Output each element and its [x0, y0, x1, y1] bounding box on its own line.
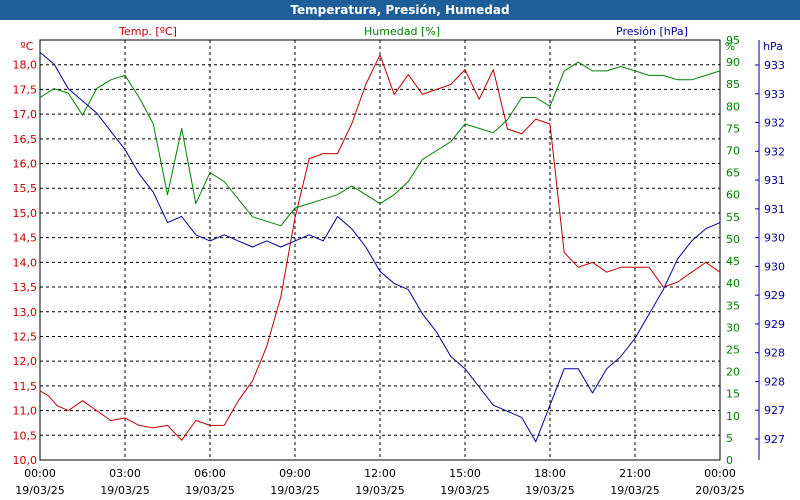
- x-tick-time: 12:00: [364, 467, 396, 480]
- temp-tick-label: 15,5: [13, 182, 38, 195]
- x-tick-time: 18:00: [534, 467, 566, 480]
- temp-tick-label: 13,5: [13, 281, 38, 294]
- temp-tick-label: 18,0: [13, 59, 38, 72]
- pressure-tick-label: 930: [764, 260, 785, 273]
- x-tick-time: 03:00: [109, 467, 141, 480]
- temp-tick-label: 16,0: [13, 158, 38, 171]
- humidity-tick-label: 20: [726, 366, 740, 379]
- pressure-tick-label: 930: [764, 232, 785, 245]
- humidity-tick-label: 45: [726, 255, 740, 268]
- x-tick-date: 19/03/25: [100, 484, 149, 497]
- pressure-tick-label: 929: [764, 289, 785, 302]
- pressure-tick-label: 932: [764, 145, 785, 158]
- pressure-axis-title: Presión [hPa]: [616, 25, 688, 38]
- humidity-tick-label: 70: [726, 145, 740, 158]
- humidity-tick-label: 0: [726, 454, 733, 467]
- pressure-tick-label: 932: [764, 117, 785, 130]
- humidity-tick-label: 10: [726, 410, 740, 423]
- x-tick-date: 19/03/25: [185, 484, 234, 497]
- x-tick-date: 19/03/25: [610, 484, 659, 497]
- temp-tick-label: 16,5: [13, 133, 38, 146]
- temp-tick-label: 14,5: [13, 232, 38, 245]
- humidity-unit-label: %: [725, 40, 735, 53]
- temp-tick-label: 12,5: [13, 330, 38, 343]
- temp-tick-label: 17,5: [13, 83, 38, 96]
- temp-tick-label: 15,0: [13, 207, 38, 220]
- pressure-tick-label: 928: [764, 347, 785, 360]
- x-tick-date: 19/03/25: [355, 484, 404, 497]
- temp-tick-label: 11,0: [13, 405, 38, 418]
- temp-tick-label: 17,0: [13, 108, 38, 121]
- x-tick-time: 00:00: [24, 467, 56, 480]
- humidity-tick-label: 15: [726, 388, 740, 401]
- humidity-tick-label: 90: [726, 56, 740, 69]
- pressure-tick-label: 933: [764, 88, 785, 101]
- humidity-tick-label: 80: [726, 100, 740, 113]
- pressure-tick-label: 927: [764, 404, 785, 417]
- x-tick-time: 15:00: [449, 467, 481, 480]
- humidity-tick-label: 5: [726, 432, 733, 445]
- temp-tick-label: 13,0: [13, 306, 38, 319]
- x-tick-date: 19/03/25: [440, 484, 489, 497]
- humidity-tick-label: 65: [726, 167, 740, 180]
- weather-chart: 00:00 19/03/25 03:00 19/03/25 06:00 19/03/25 0…: [13, 25, 786, 497]
- humidity-tick-label: 60: [726, 189, 740, 202]
- humidity-tick-label: 50: [726, 233, 740, 246]
- humidity-tick-label: 85: [726, 78, 740, 91]
- humidity-axis-title: Humedad [%]: [364, 25, 440, 38]
- x-tick-date: 19/03/25: [525, 484, 574, 497]
- pressure-tick-label: 931: [764, 174, 785, 187]
- humidity-tick-label: 75: [726, 122, 740, 135]
- humidity-tick-label: 40: [726, 277, 740, 290]
- temp-tick-label: 10,0: [13, 454, 38, 467]
- x-tick-time: 21:00: [619, 467, 651, 480]
- temp-axis-title: Temp. [ºC]: [118, 25, 177, 38]
- temp-tick-label: 12,0: [13, 355, 38, 368]
- x-tick-date: 20/03/25: [695, 484, 744, 497]
- humidity-tick-label: 25: [726, 343, 740, 356]
- window-title: Temperatura, Presión, Humedad: [0, 0, 800, 20]
- pressure-tick-label: 933: [764, 59, 785, 72]
- pressure-tick-label: 927: [764, 433, 785, 446]
- x-tick-time: 06:00: [194, 467, 226, 480]
- temp-tick-label: 11,5: [13, 380, 38, 393]
- x-tick-time: 09:00: [279, 467, 311, 480]
- x-tick-date: 19/03/25: [15, 484, 64, 497]
- humidity-tick-label: 35: [726, 299, 740, 312]
- pressure-tick-label: 929: [764, 318, 785, 331]
- temp-unit-label: ºC: [21, 40, 34, 53]
- pressure-unit-label: hPa: [763, 40, 783, 53]
- x-tick-date: 19/03/25: [270, 484, 319, 497]
- humidity-tick-label: 55: [726, 211, 740, 224]
- temp-tick-label: 10,5: [13, 429, 38, 442]
- temp-tick-label: 14,0: [13, 256, 38, 269]
- pressure-tick-label: 928: [764, 375, 785, 388]
- x-tick-time: 00:00: [704, 467, 736, 480]
- humidity-tick-label: 30: [726, 321, 740, 334]
- pressure-tick-label: 931: [764, 203, 785, 216]
